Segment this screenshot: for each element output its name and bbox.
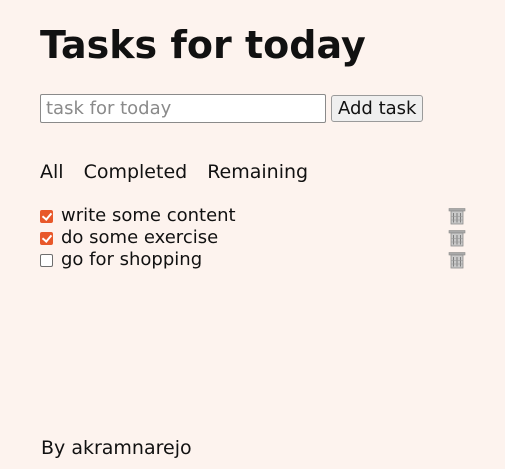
trash-icon[interactable] — [448, 251, 466, 269]
task-input[interactable] — [40, 94, 326, 123]
task-item: do some exercise — [40, 227, 466, 249]
trash-icon[interactable] — [448, 229, 466, 247]
task-item: write some content — [40, 205, 466, 227]
task-checkbox[interactable] — [40, 231, 53, 245]
filter-all[interactable]: All — [40, 158, 64, 186]
add-task-form: Add task — [40, 94, 424, 123]
trash-icon[interactable] — [448, 207, 466, 225]
task-text: write some content — [61, 205, 236, 226]
task-item: go for shopping — [40, 249, 466, 271]
footer-credit: By akramnarejo — [41, 437, 192, 459]
task-checkbox[interactable] — [40, 209, 53, 223]
task-text: do some exercise — [61, 227, 219, 248]
filter-bar: All Completed Remaining — [40, 158, 328, 186]
task-checkbox[interactable] — [40, 253, 53, 267]
filter-completed[interactable]: Completed — [84, 158, 188, 186]
filter-remaining[interactable]: Remaining — [207, 158, 308, 186]
task-text: go for shopping — [61, 249, 203, 270]
add-task-button[interactable]: Add task — [331, 95, 424, 122]
page-title: Tasks for today — [40, 23, 366, 67]
task-list: write some content do some exercise go f… — [40, 205, 466, 271]
